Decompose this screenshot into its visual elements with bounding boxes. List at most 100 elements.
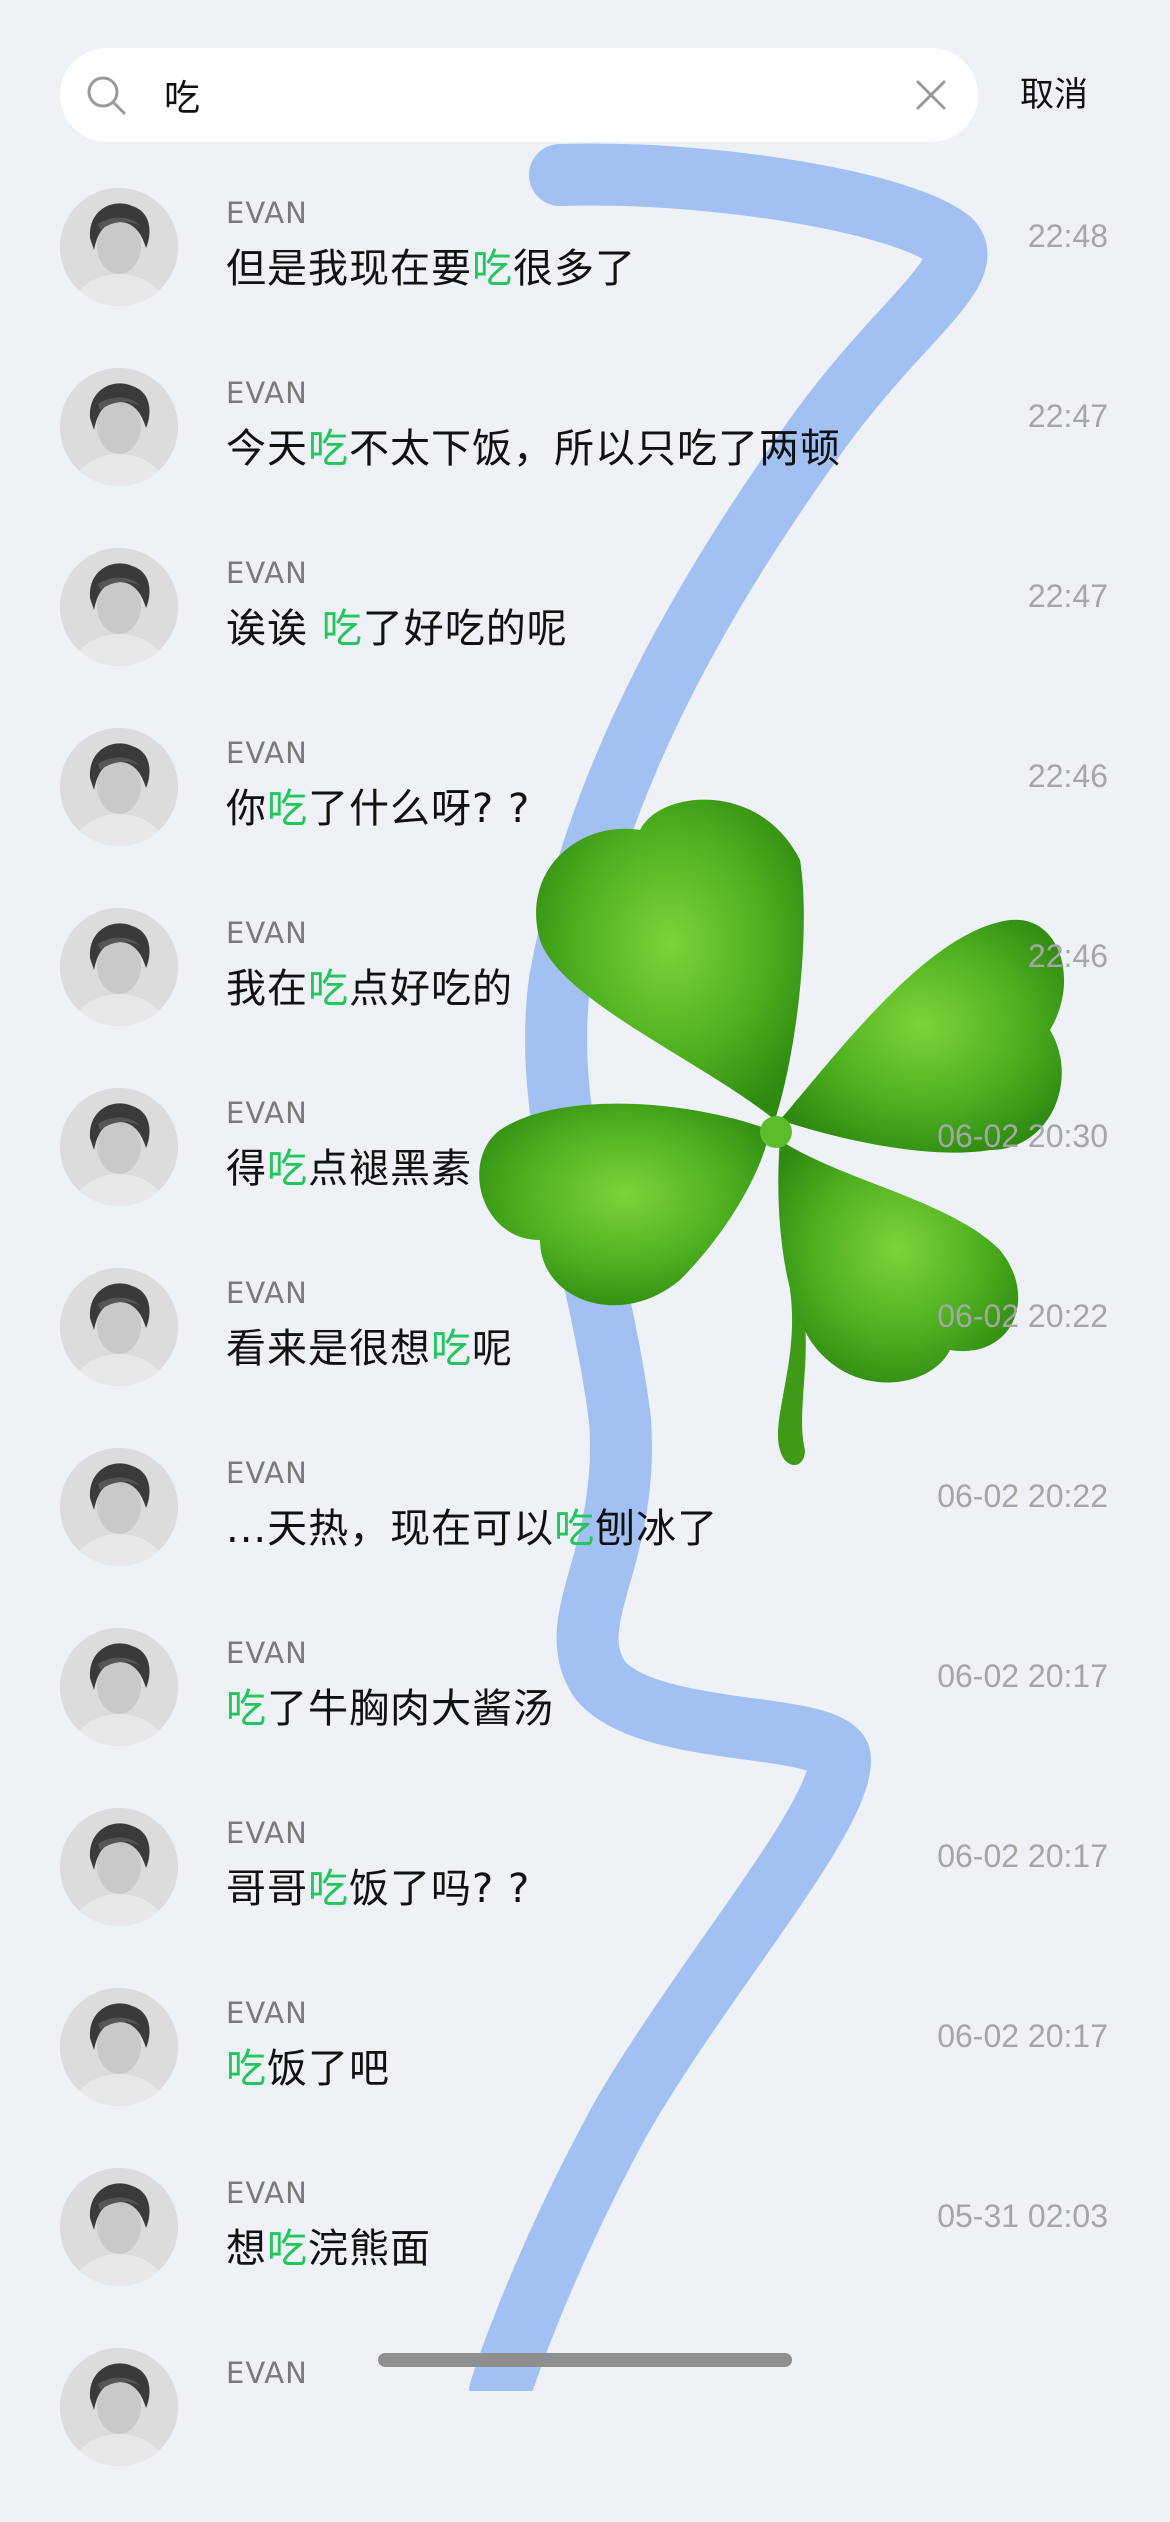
message-snippet: 想吃浣熊面 (226, 2216, 431, 2274)
sender-name: EVAN (226, 556, 308, 590)
message-timestamp: 06-02 20:30 (937, 1118, 1108, 1154)
search-bar[interactable] (60, 48, 978, 142)
search-highlight: 吃 (308, 1866, 349, 1912)
message-text-before: 今天 (226, 426, 308, 472)
search-icon (87, 76, 126, 115)
avatar[interactable] (60, 1628, 178, 1746)
message-text-after: 了牛胸肉大酱汤 (267, 1686, 554, 1732)
search-input[interactable] (164, 48, 864, 142)
message-text-after: 饭了吗? ? (349, 1866, 531, 1912)
result-row[interactable]: EVAN 但是我现在要吃很多了 22:48 (0, 182, 1170, 362)
message-text-after: 饭了吧 (267, 2046, 390, 2092)
message-text-before: ...天热，现在可以 (226, 1506, 555, 1552)
message-snippet: 哥哥吃饭了吗? ? (226, 1856, 530, 1914)
home-indicator (378, 2353, 792, 2367)
search-highlight: 吃 (226, 1686, 267, 1732)
sender-name: EVAN (226, 1996, 308, 2030)
search-highlight: 吃 (267, 1146, 308, 1192)
message-text-before: 你 (226, 786, 267, 832)
search-highlight: 吃 (308, 966, 349, 1012)
result-row[interactable]: EVAN 想吃浣熊面 05-31 02:03 (0, 2162, 1170, 2342)
avatar[interactable] (60, 2348, 178, 2466)
message-text-before: 我在 (226, 966, 308, 1012)
avatar[interactable] (60, 1268, 178, 1386)
message-text-after: 呢 (472, 1326, 513, 1372)
avatar[interactable] (60, 368, 178, 486)
message-text-after: 点褪黑素 (308, 1146, 472, 1192)
message-timestamp: 22:46 (1027, 758, 1108, 794)
search-highlight: 吃 (472, 246, 513, 292)
sender-name: EVAN (226, 736, 308, 770)
message-text-before: 想 (226, 2226, 267, 2272)
search-highlight: 吃 (267, 2226, 308, 2272)
result-row[interactable]: EVAN 哥哥吃饭了吗? ? 06-02 20:17 (0, 1802, 1170, 1982)
avatar[interactable] (60, 548, 178, 666)
message-snippet: 吃饭了吧 (226, 2036, 390, 2094)
message-text-after: 不太下饭，所以只吃了两顿 (349, 426, 841, 472)
message-timestamp: 06-02 20:22 (937, 1298, 1108, 1334)
search-results-list: EVAN 但是我现在要吃很多了 22:48 EVAN 今天吃不太下饭，所以只吃了两顿 2… (0, 0, 1170, 2466)
message-snippet: 你吃了什么呀? ? (226, 776, 530, 834)
message-timestamp: 22:46 (1027, 938, 1108, 974)
message-snippet: 今天吃不太下饭，所以只吃了两顿 (226, 416, 841, 474)
message-text-after: 了好吃的呢 (362, 606, 568, 652)
message-timestamp: 06-02 20:17 (937, 1838, 1108, 1874)
cancel-button[interactable]: 取消 (1020, 48, 1088, 142)
result-row[interactable]: EVAN 诶诶 吃了好吃的呢 22:47 (0, 542, 1170, 722)
avatar[interactable] (60, 1088, 178, 1206)
sender-name: EVAN (226, 196, 308, 230)
sender-name: EVAN (226, 1096, 308, 1130)
message-text-after: 点好吃的 (349, 966, 513, 1012)
message-text-after: 浣熊面 (308, 2226, 431, 2272)
message-snippet: 看来是很想吃呢 (226, 1316, 513, 1374)
message-text-before: 诶诶 (226, 606, 322, 652)
message-timestamp: 22:47 (1027, 578, 1108, 614)
message-text-after: 了什么呀? ? (308, 786, 531, 832)
sender-name: EVAN (226, 2176, 308, 2210)
result-row[interactable]: EVAN 得吃点褪黑素 06-02 20:30 (0, 1082, 1170, 1262)
avatar[interactable] (60, 2168, 178, 2286)
result-row[interactable]: EVAN 我在吃点好吃的 22:46 (0, 902, 1170, 1082)
message-timestamp: 22:47 (1027, 398, 1108, 434)
message-text-before: 哥哥 (226, 1866, 308, 1912)
avatar[interactable] (60, 1808, 178, 1926)
result-row[interactable]: EVAN 你吃了什么呀? ? 22:46 (0, 722, 1170, 902)
avatar[interactable] (60, 728, 178, 846)
result-row[interactable]: EVAN 今天吃不太下饭，所以只吃了两顿 22:47 (0, 362, 1170, 542)
sender-name: EVAN (226, 1636, 308, 1670)
avatar[interactable] (60, 188, 178, 306)
avatar[interactable] (60, 908, 178, 1026)
sender-name: EVAN (226, 1456, 308, 1490)
search-highlight: 吃 (321, 606, 363, 652)
message-snippet: 得吃点褪黑素 (226, 1136, 472, 1194)
message-text-after: 刨冰了 (595, 1506, 719, 1552)
message-text-after: 很多了 (513, 246, 636, 292)
message-snippet: 诶诶 吃了好吃的呢 (226, 596, 568, 654)
result-row[interactable]: EVAN 吃了牛胸肉大酱汤 06-02 20:17 (0, 1622, 1170, 1802)
result-row[interactable]: EVAN 看来是很想吃呢 06-02 20:22 (0, 1262, 1170, 1442)
sender-name: EVAN (226, 1816, 308, 1850)
result-row[interactable]: EVAN (0, 2342, 1170, 2522)
message-snippet: 但是我现在要吃很多了 (226, 236, 636, 294)
message-timestamp: 06-02 20:22 (937, 1478, 1108, 1514)
search-highlight: 吃 (554, 1506, 596, 1552)
message-text-before: 得 (226, 1146, 267, 1192)
search-highlight: 吃 (308, 426, 349, 472)
message-snippet: ...天热，现在可以吃刨冰了 (226, 1496, 718, 1554)
search-highlight: 吃 (431, 1326, 472, 1372)
avatar[interactable] (60, 1448, 178, 1566)
clear-icon[interactable] (914, 78, 948, 112)
message-snippet: 吃了牛胸肉大酱汤 (226, 1676, 554, 1734)
result-row[interactable]: EVAN ...天热，现在可以吃刨冰了 06-02 20:22 (0, 1442, 1170, 1622)
sender-name: EVAN (226, 376, 308, 410)
sender-name: EVAN (226, 2356, 308, 2390)
message-timestamp: 06-02 20:17 (937, 2018, 1108, 2054)
result-row[interactable]: EVAN 吃饭了吧 06-02 20:17 (0, 1982, 1170, 2162)
avatar[interactable] (60, 1988, 178, 2106)
message-timestamp: 22:48 (1027, 218, 1108, 254)
search-highlight: 吃 (267, 786, 308, 832)
search-highlight: 吃 (226, 2046, 267, 2092)
message-snippet: 我在吃点好吃的 (226, 956, 513, 1014)
message-text-before: 但是我现在要 (226, 246, 472, 292)
message-timestamp: 05-31 02:03 (937, 2198, 1108, 2234)
